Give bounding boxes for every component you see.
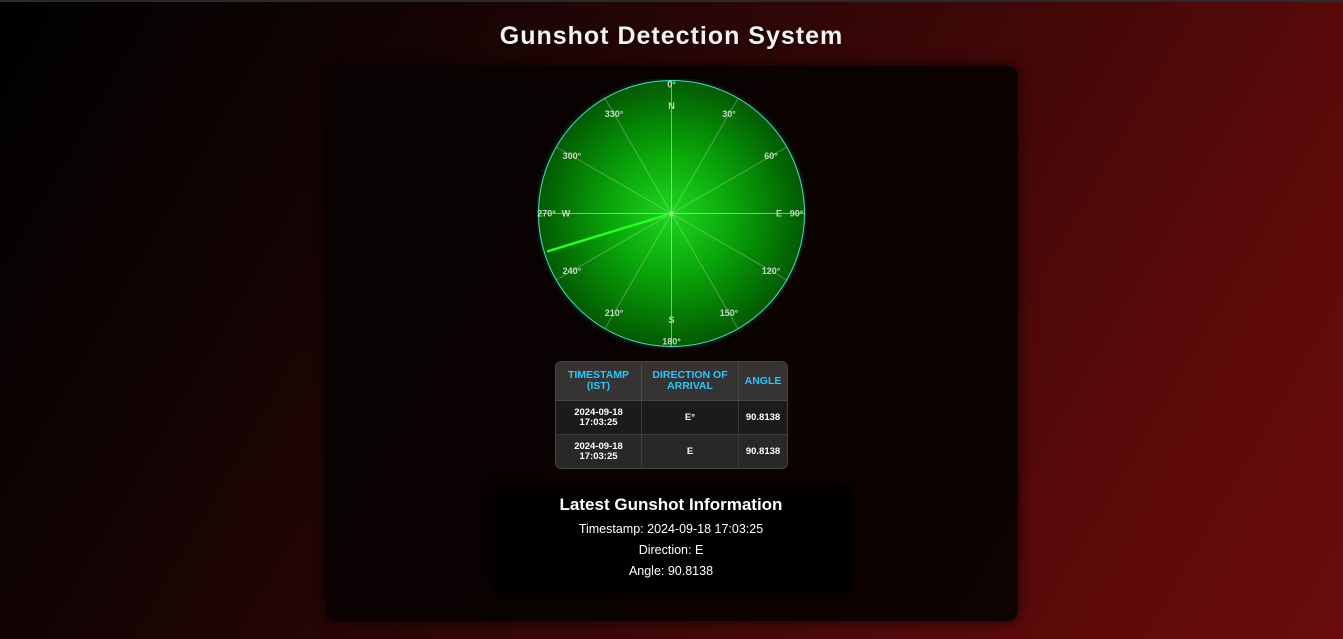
radar-degree-label: 300° — [563, 151, 582, 161]
cardinal-north-label: N — [668, 101, 675, 111]
header-timestamp: Timestamp (IST) — [556, 362, 642, 401]
radar-degree-label: 120° — [762, 266, 781, 276]
radar-degree-label: 30° — [722, 109, 736, 119]
radar-degree-label: 210° — [605, 308, 624, 318]
cell-direction: E° — [642, 401, 739, 435]
radar-degree-label: 60° — [764, 151, 778, 161]
header-angle: Angle — [739, 362, 787, 401]
cell-direction: E — [642, 435, 739, 468]
detection-table: Timestamp (IST) Direction of Arrival Ang… — [555, 361, 788, 469]
cell-angle: 90.8138 — [739, 435, 787, 468]
window-top-border — [0, 0, 1343, 2]
cell-timestamp: 2024-09-18 17:03:25 — [556, 401, 642, 435]
header-direction: Direction of Arrival — [642, 362, 739, 401]
latest-timestamp: Timestamp: 2024-09-18 17:03:25 — [578, 522, 764, 536]
radar-degree-label: 90° — [790, 209, 804, 219]
radar-center-dot — [669, 211, 674, 216]
table-header-row: Timestamp (IST) Direction of Arrival Ang… — [556, 362, 787, 401]
page-title: Gunshot Detection System — [499, 22, 844, 50]
cardinal-south-label: S — [668, 315, 674, 325]
radar-degree-label: 180° — [662, 337, 681, 347]
radar-degree-label: 0° — [667, 80, 676, 90]
latest-angle: Angle: 90.8138 — [628, 564, 714, 578]
cell-angle: 90.8138 — [739, 401, 787, 435]
cardinal-east-label: E — [776, 209, 782, 219]
radar-compass: 0° 30° 60° 90° 120° 150° 180° 210° 240° 270° 300° 3… — [537, 79, 806, 348]
latest-direction: Direction: E — [638, 543, 704, 557]
radar-degree-label: 240° — [563, 266, 582, 276]
radar-degree-label: 330° — [605, 109, 624, 119]
latest-info-heading: Latest Gunshot Information — [559, 495, 783, 514]
cardinal-west-label: W — [562, 209, 571, 219]
table-row: 2024-09-18 17:03:25 E 90.8138 — [556, 435, 787, 468]
cell-timestamp: 2024-09-18 17:03:25 — [556, 435, 642, 468]
radar-degree-label: 270° — [537, 209, 556, 219]
table-row: 2024-09-18 17:03:25 E° 90.8138 — [556, 401, 787, 435]
radar-svg: 0° 30° 60° 90° 120° 150° 180° 210° 240° 270° 300° 3… — [537, 80, 805, 347]
latest-gunshot-info: Latest Gunshot Information Timestamp: 20… — [491, 483, 851, 593]
radar-degree-label: 150° — [720, 308, 739, 318]
